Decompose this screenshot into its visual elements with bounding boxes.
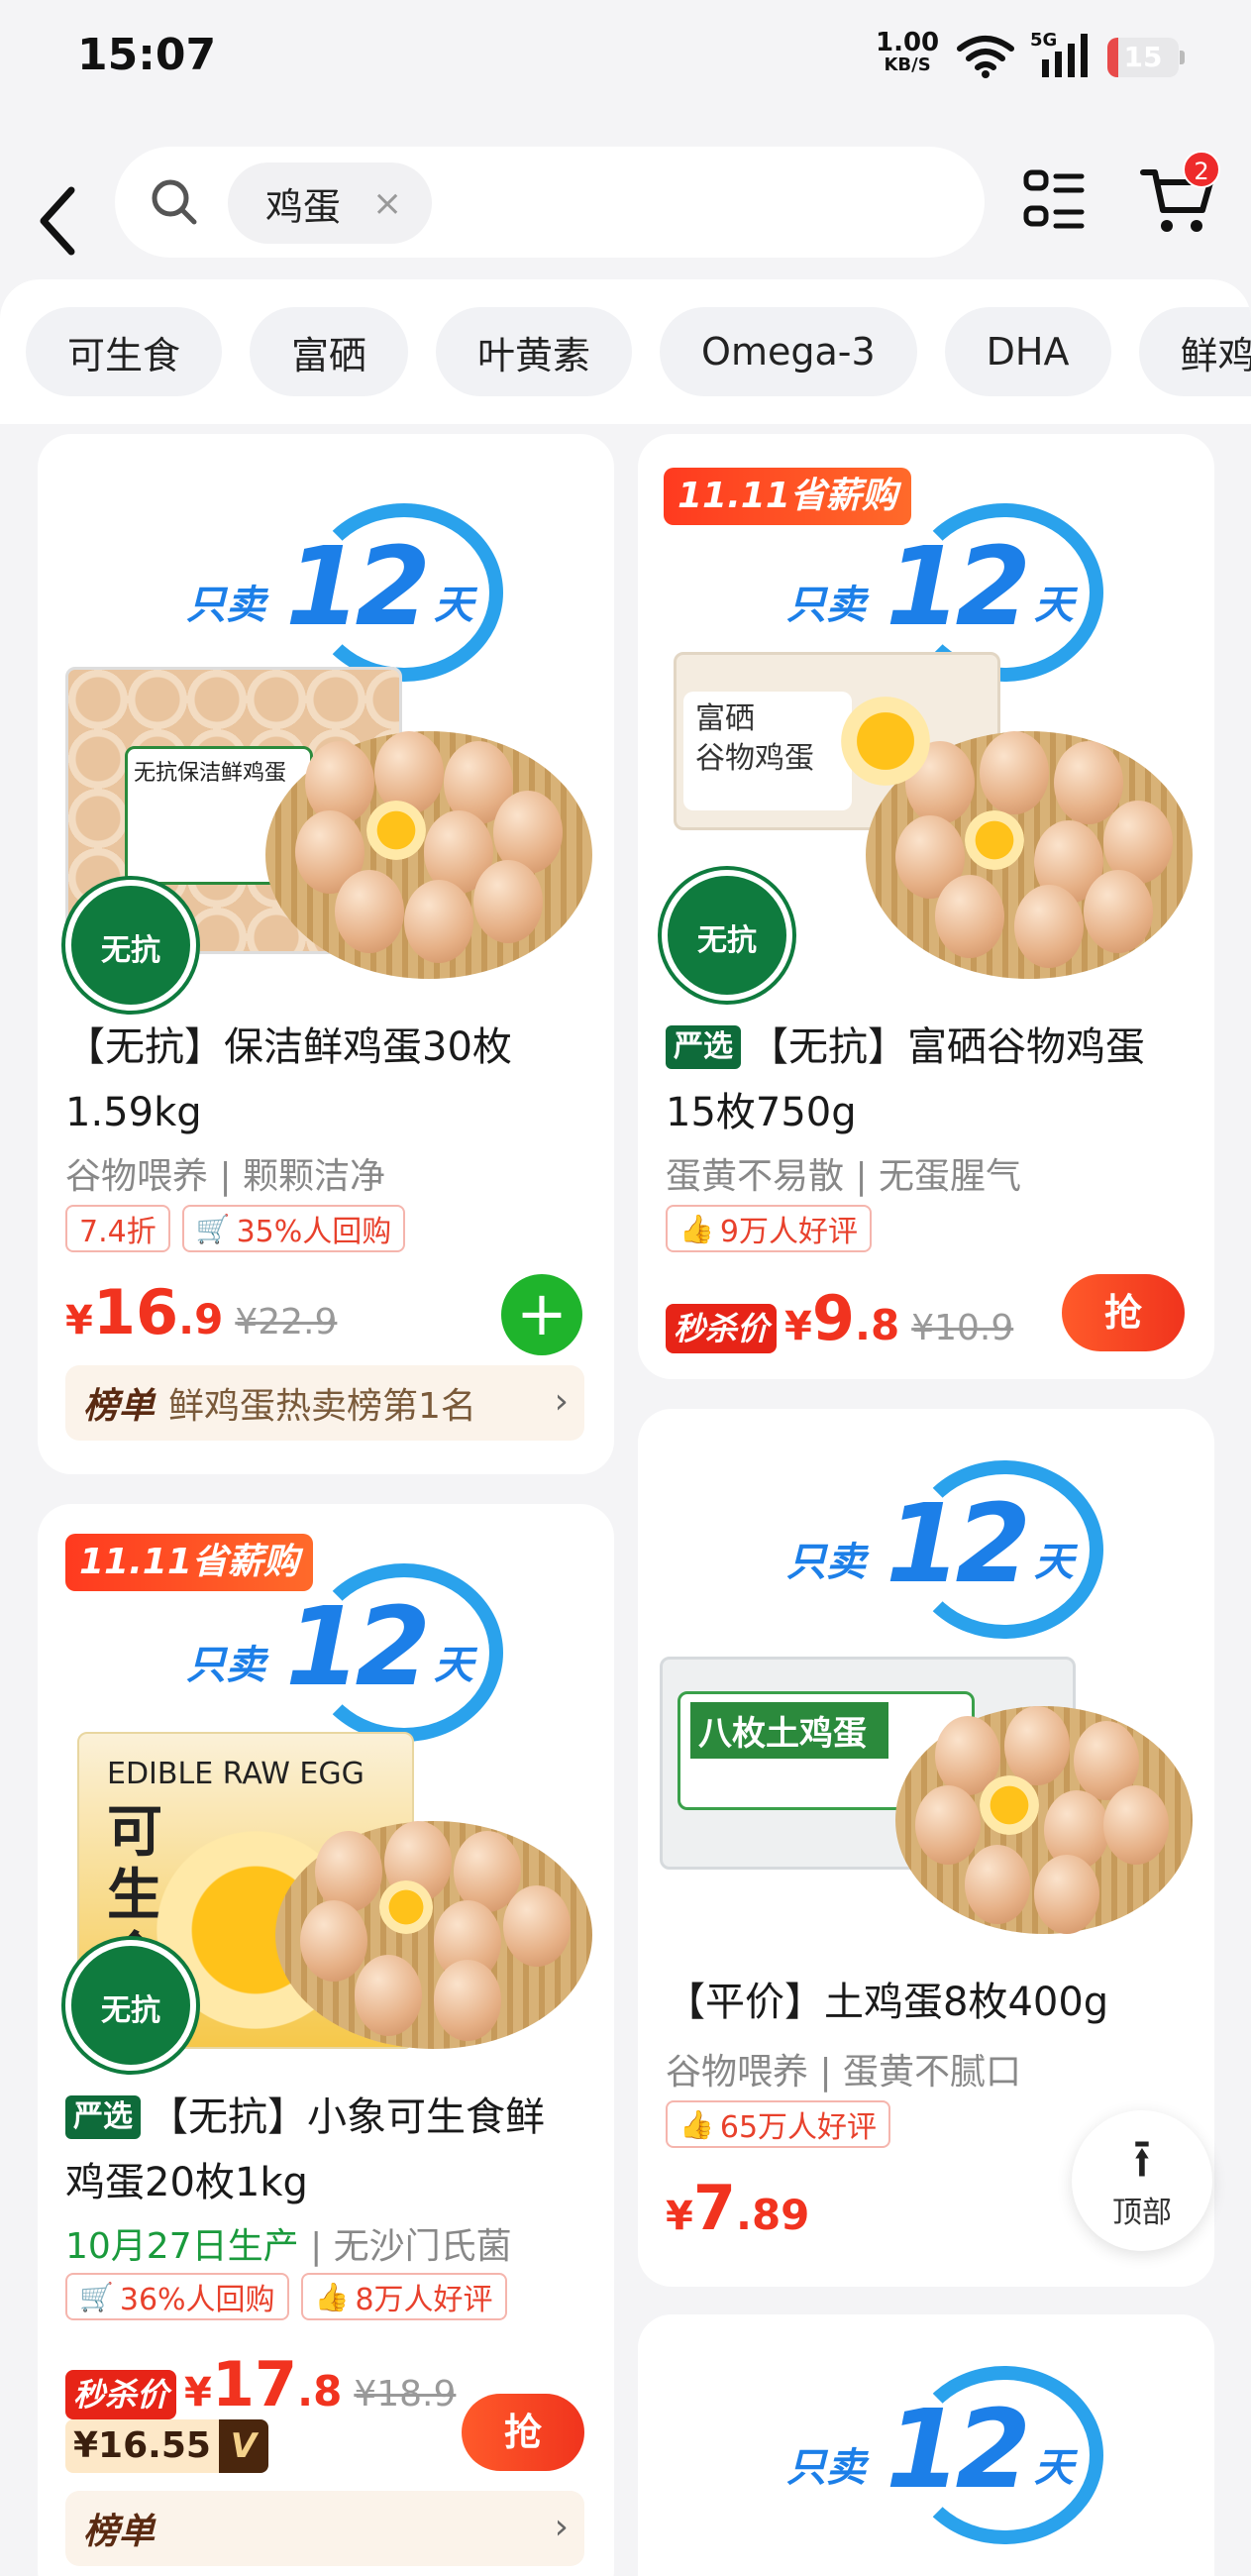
- search-header: 鸡蛋 × 2: [0, 119, 1251, 277]
- cart-count-badge: 2: [1183, 151, 1220, 188]
- filter-tag[interactable]: 富硒: [250, 307, 409, 396]
- price-row: ¥ 7 .89: [666, 2172, 810, 2244]
- network-type: 5G: [1030, 30, 1057, 51]
- back-icon[interactable]: [32, 176, 87, 266]
- seckill-badge: 秒杀价: [666, 1304, 778, 1353]
- product-subtitle: 蛋黄不易散 | 无蛋腥气: [666, 1156, 1022, 1197]
- product-pills: 👍 9万人好评: [666, 1205, 872, 1252]
- product-card[interactable]: 只卖 12 天 无抗保洁鲜鸡蛋 无抗 【无抗】保洁鲜鸡蛋30枚 1.59kg 谷…: [38, 434, 614, 1474]
- yanxuan-badge: 严选: [65, 2095, 141, 2139]
- price-decimal: .8: [855, 1301, 900, 1349]
- filter-tags-bar: 可生食 富硒 叶黄素 Omega-3 DHA 鲜鸡蛋: [0, 279, 1251, 424]
- rank-text: 鲜鸡蛋热卖榜第1名: [168, 1386, 476, 1427]
- promo-only-12-days: 只卖 12 天: [186, 1563, 513, 1742]
- product-pills: 🛒 36%人回购 👍 8万人好评: [65, 2273, 507, 2320]
- product-title: 【平价】土鸡蛋8枚400g: [666, 1980, 1109, 2025]
- product-pills: 7.4折 🛒 35%人回购: [65, 1205, 406, 1252]
- price-integer: 7: [692, 2172, 736, 2244]
- promo-only-12-days: 只卖 12 天: [786, 2366, 1113, 2544]
- product-image: 只卖 12 天 八枚土鸡蛋: [638, 1409, 1214, 1964]
- rank-banner[interactable]: 榜单 ›: [65, 2491, 584, 2566]
- product-card[interactable]: 只卖 12 天: [638, 2314, 1214, 2576]
- product-title: 【无抗】保洁鲜鸡蛋30枚 1.59kg: [65, 1024, 512, 1135]
- filter-tag[interactable]: Omega-3: [660, 307, 917, 396]
- list-view-icon[interactable]: [1022, 168, 1086, 232]
- back-to-top-label: 顶部: [1112, 2196, 1172, 2230]
- network-speed: 1.00 KB/S: [876, 28, 940, 75]
- chevron-right-icon: ›: [554, 2507, 569, 2547]
- repurchase-pill: 🛒 36%人回购: [65, 2273, 289, 2320]
- add-to-cart-button[interactable]: +: [501, 1274, 582, 1355]
- reviews-pill: 👍 65万人好评: [666, 2100, 891, 2148]
- product-image: 只卖 12 天 无抗保洁鲜鸡蛋 无抗: [38, 434, 614, 1011]
- product-subtitle: 谷物喂养 | 蛋黄不腻口: [666, 2052, 1022, 2093]
- battery-icon: 15: [1107, 38, 1185, 77]
- search-box[interactable]: 鸡蛋 ×: [115, 147, 985, 258]
- no-antibiotics-seal: 无抗: [662, 870, 792, 1001]
- discount-pill: 7.4折: [65, 1205, 170, 1252]
- cart-small-icon: 🛒: [79, 2280, 114, 2313]
- battery-level: 15: [1123, 41, 1163, 73]
- pack-label: 富硒 谷物鸡蛋: [683, 692, 852, 810]
- filter-tag[interactable]: 叶黄素: [436, 307, 633, 396]
- rank-tag: 榜单: [83, 2512, 156, 2552]
- thumbs-up-icon: 👍: [679, 1212, 714, 1245]
- original-price: ¥22.9: [235, 1302, 338, 1342]
- price-decimal: .89: [735, 2191, 810, 2239]
- search-query-chip[interactable]: 鸡蛋 ×: [228, 162, 433, 244]
- status-time: 15:07: [77, 30, 217, 80]
- thumbs-up-icon: 👍: [679, 2107, 714, 2141]
- seckill-badge: 秒杀价: [65, 2370, 177, 2419]
- price-row: ¥ 16 .9 ¥22.9: [65, 1276, 338, 1348]
- price-integer: 9: [811, 1282, 855, 1354]
- promo-only-12-days: 只卖 12 天: [786, 1460, 1113, 1639]
- price-decimal: .9: [178, 1295, 224, 1343]
- search-icon: [152, 179, 197, 225]
- original-price: ¥18.9: [354, 2374, 457, 2415]
- back-to-top-button[interactable]: ⭱ 顶部: [1072, 2110, 1212, 2251]
- status-bar: 15:07 1.00 KB/S 5G 15: [0, 0, 1251, 119]
- production-date: 10月27日生产: [65, 2226, 299, 2267]
- search-query: 鸡蛋: [265, 184, 342, 229]
- no-antibiotics-seal: 无抗: [65, 1940, 196, 2071]
- product-image: 11.11省薪购 只卖 12 天 EDIBLE RAW EGG 可生食 无抗: [38, 1504, 614, 2079]
- product-image: 11.11省薪购 只卖 12 天 富硒 谷物鸡蛋 无抗: [638, 434, 1214, 1009]
- clear-query-icon[interactable]: ×: [372, 183, 402, 224]
- filter-tag[interactable]: 鲜鸡蛋: [1138, 307, 1251, 396]
- price-integer: 16: [92, 1276, 179, 1348]
- member-v-icon: V: [218, 2419, 268, 2473]
- price-row: 秒杀价 ¥ 9 .8 ¥10.9: [666, 1282, 1013, 1354]
- wifi-icon: [957, 36, 1014, 78]
- product-title: 严选 【无抗】小象可生食鲜 鸡蛋20枚1kg: [65, 2094, 545, 2205]
- product-title: 严选 【无抗】富硒谷物鸡蛋 15枚750g: [666, 1024, 1145, 1135]
- grab-button[interactable]: 抢: [1062, 1274, 1185, 1351]
- thumbs-up-icon: 👍: [314, 2280, 350, 2313]
- original-price: ¥10.9: [911, 1308, 1014, 1348]
- filter-tag[interactable]: DHA: [944, 307, 1111, 396]
- reviews-pill: 👍 9万人好评: [666, 1205, 872, 1252]
- cart-small-icon: 🛒: [195, 1212, 231, 1245]
- signal-icon: 5G: [1030, 30, 1088, 77]
- pack-label-en: EDIBLE RAW EGG: [107, 1757, 365, 1791]
- yanxuan-badge: 严选: [666, 1025, 741, 1069]
- repurchase-pill: 🛒 35%人回购: [181, 1205, 406, 1252]
- chevron-right-icon: ›: [554, 1381, 569, 1422]
- reviews-pill: 👍 8万人好评: [300, 2273, 507, 2320]
- product-card[interactable]: 11.11省薪购 只卖 12 天 EDIBLE RAW EGG 可生食 无抗 严…: [38, 1504, 614, 2576]
- filter-tag[interactable]: 可生食: [26, 307, 223, 396]
- rank-tag: 榜单: [83, 1386, 156, 1427]
- price-decimal: .8: [297, 2367, 343, 2415]
- rank-banner[interactable]: 榜单 鲜鸡蛋热卖榜第1名 ›: [65, 1365, 584, 1441]
- member-price: ¥16.55 V: [65, 2419, 268, 2473]
- promo-only-12-days: 只卖 12 天: [186, 503, 513, 682]
- product-card[interactable]: 11.11省薪购 只卖 12 天 富硒 谷物鸡蛋 无抗 严选 【无抗】富硒谷物鸡蛋…: [638, 434, 1214, 1379]
- price-row: 秒杀价 ¥ 17 .8 ¥18.9: [65, 2348, 456, 2420]
- product-subtitle: 10月27日生产 | 无沙门氏菌: [65, 2226, 512, 2267]
- price-integer: 17: [211, 2348, 298, 2420]
- no-antibiotics-seal: 无抗: [65, 880, 196, 1011]
- product-subtitle: 谷物喂养 | 颗颗洁净: [65, 1156, 386, 1197]
- grab-button[interactable]: 抢: [462, 2394, 584, 2471]
- product-pills: 👍 65万人好评: [666, 2100, 891, 2148]
